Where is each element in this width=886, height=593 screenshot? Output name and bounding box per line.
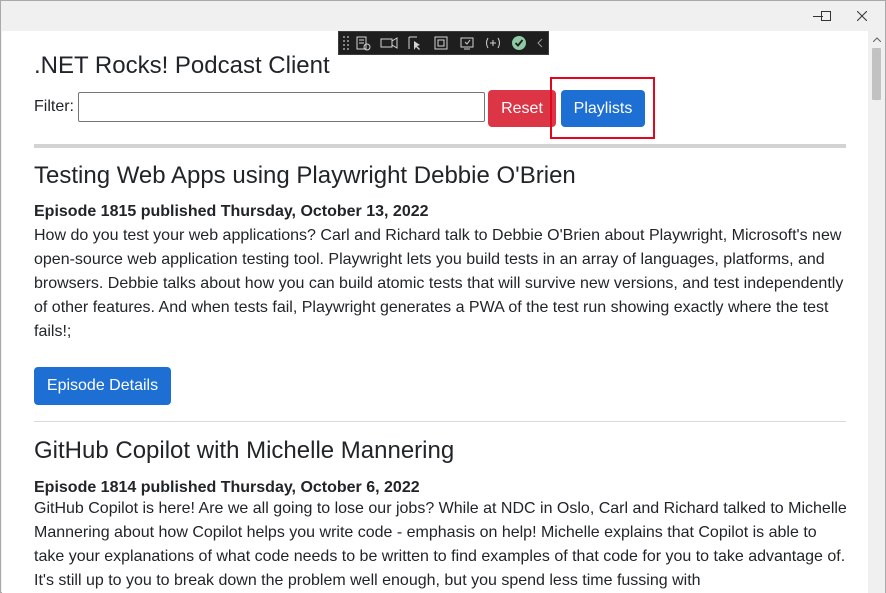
live-visual-tree-icon[interactable]	[350, 32, 376, 54]
select-element-icon[interactable]	[376, 32, 402, 54]
collapse-icon[interactable]	[532, 32, 548, 54]
episode-description: GitHub Copilot is here! Are we all going…	[34, 500, 847, 589]
page-content: .NET Rocks! Podcast Client Filter: Reset…	[2, 31, 868, 593]
scroll-thumb[interactable]	[872, 48, 881, 100]
scroll-up-arrow-icon[interactable]	[868, 31, 885, 48]
toolbar-grip-icon[interactable]	[342, 35, 350, 51]
vertical-scrollbar[interactable]	[868, 31, 885, 593]
episode-divider	[34, 421, 846, 422]
close-button[interactable]	[839, 1, 885, 31]
episode-description: How do you test your web applications? C…	[34, 227, 844, 340]
page-title: .NET Rocks! Podcast Client	[34, 52, 330, 79]
maximize-icon	[821, 11, 831, 21]
episode-meta: Episode 1815 published Thursday, October…	[34, 203, 429, 220]
episode-title: Testing Web Apps using Playwright Debbie…	[34, 162, 576, 189]
filter-input[interactable]	[78, 92, 485, 122]
playlists-button[interactable]: Playlists	[561, 90, 645, 127]
episode-meta: Episode 1814 published Thursday, October…	[34, 479, 420, 496]
episode-title: GitHub Copilot with Michelle Mannering	[34, 437, 455, 464]
app-window: .NET Rocks! Podcast Client Filter: Reset…	[0, 0, 886, 593]
title-bar[interactable]	[1, 1, 885, 31]
xaml-debug-toolbar	[338, 31, 549, 55]
hot-reload-icon[interactable]	[454, 32, 480, 54]
filter-label: Filter:	[34, 98, 74, 115]
binding-failures-icon[interactable]	[480, 32, 506, 54]
track-focus-icon[interactable]	[428, 32, 454, 54]
reset-button[interactable]: Reset	[488, 90, 556, 127]
close-icon	[857, 11, 867, 21]
header-divider	[34, 144, 846, 148]
episode-details-button[interactable]: Episode Details	[34, 367, 171, 405]
display-layout-adorners-icon[interactable]	[402, 32, 428, 54]
check-icon[interactable]	[506, 32, 532, 54]
